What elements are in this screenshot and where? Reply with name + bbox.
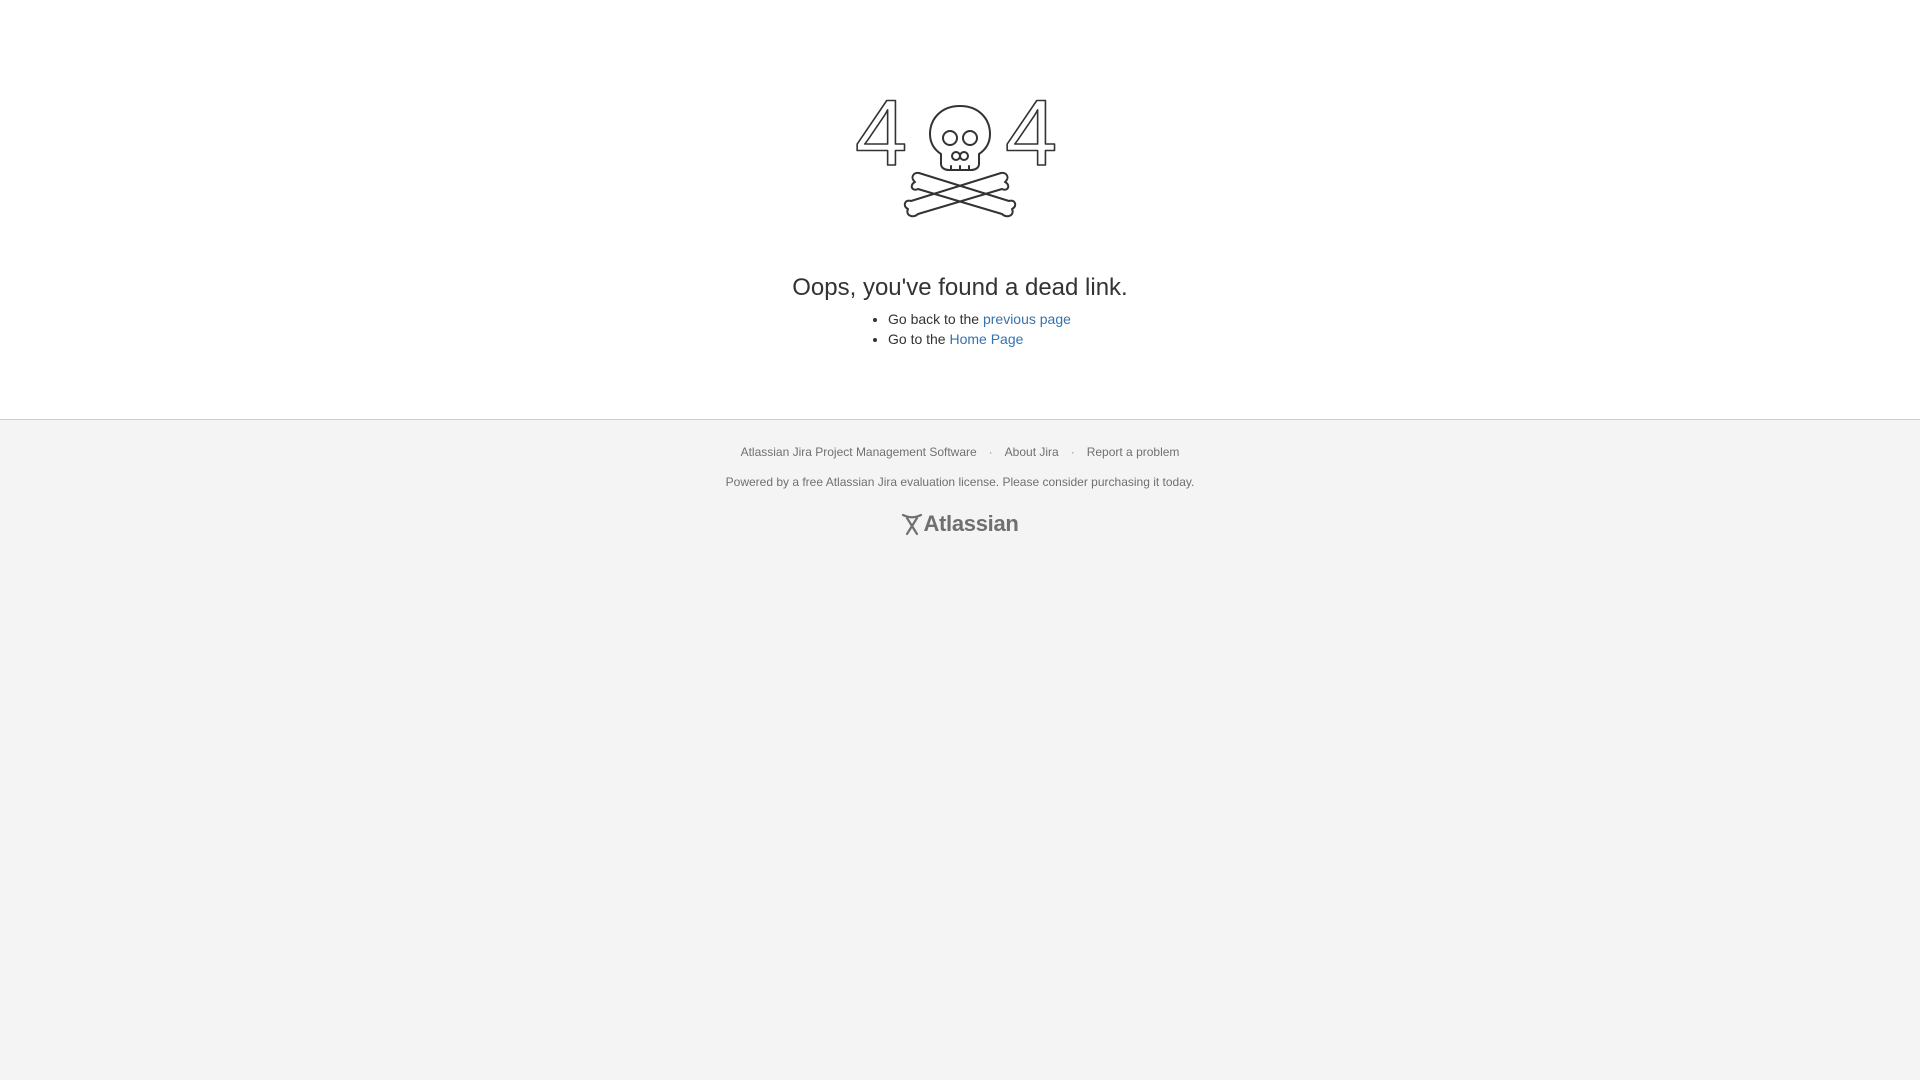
footer-link-report-problem[interactable]: Report a problem [1087, 445, 1180, 459]
previous-page-link[interactable]: previous page [983, 311, 1071, 327]
skull-icon [929, 105, 991, 171]
list-item: Go back to the previous page [888, 309, 1071, 329]
atlassian-logo-text: Atlassian [923, 511, 1019, 536]
error-suggestions-list: Go back to the previous page Go to the H… [870, 309, 1071, 349]
home-page-link[interactable]: Home Page [949, 331, 1023, 347]
footer-link-about-jira[interactable]: About Jira [1005, 445, 1059, 459]
footer: Atlassian Jira Project Management Softwa… [0, 420, 1920, 1080]
footer-separator: · [1070, 445, 1075, 459]
skull-404-illustration-icon: 4 4 [855, 88, 1058, 218]
atlassian-logo-icon [902, 513, 923, 536]
suggestion-prefix: Go back to the [888, 311, 983, 327]
footer-separator: · [988, 445, 993, 459]
error-content: 4 4 Oops, you've found a dead link. • Go… [0, 0, 1920, 420]
page-title: Oops, you've found a dead link. [792, 274, 1128, 301]
footer-links: Atlassian Jira Project Management Softwa… [0, 444, 1920, 460]
error-code-digit-left: 4 [855, 88, 907, 185]
atlassian-logo[interactable]: Atlassian [901, 510, 1019, 538]
license-message: Powered by a free Atlassian Jira evaluat… [725, 475, 1195, 489]
list-item: Go to the Home Page [888, 329, 1071, 349]
crossbones-icon [903, 171, 1017, 218]
error-code-digit-right: 4 [1005, 88, 1057, 185]
page: 4 4 Oops, you've found a dead link. • Go… [0, 0, 1920, 1080]
footer-link-jira-software[interactable]: Atlassian Jira Project Management Softwa… [741, 445, 977, 459]
suggestion-prefix: Go to the [888, 331, 950, 347]
